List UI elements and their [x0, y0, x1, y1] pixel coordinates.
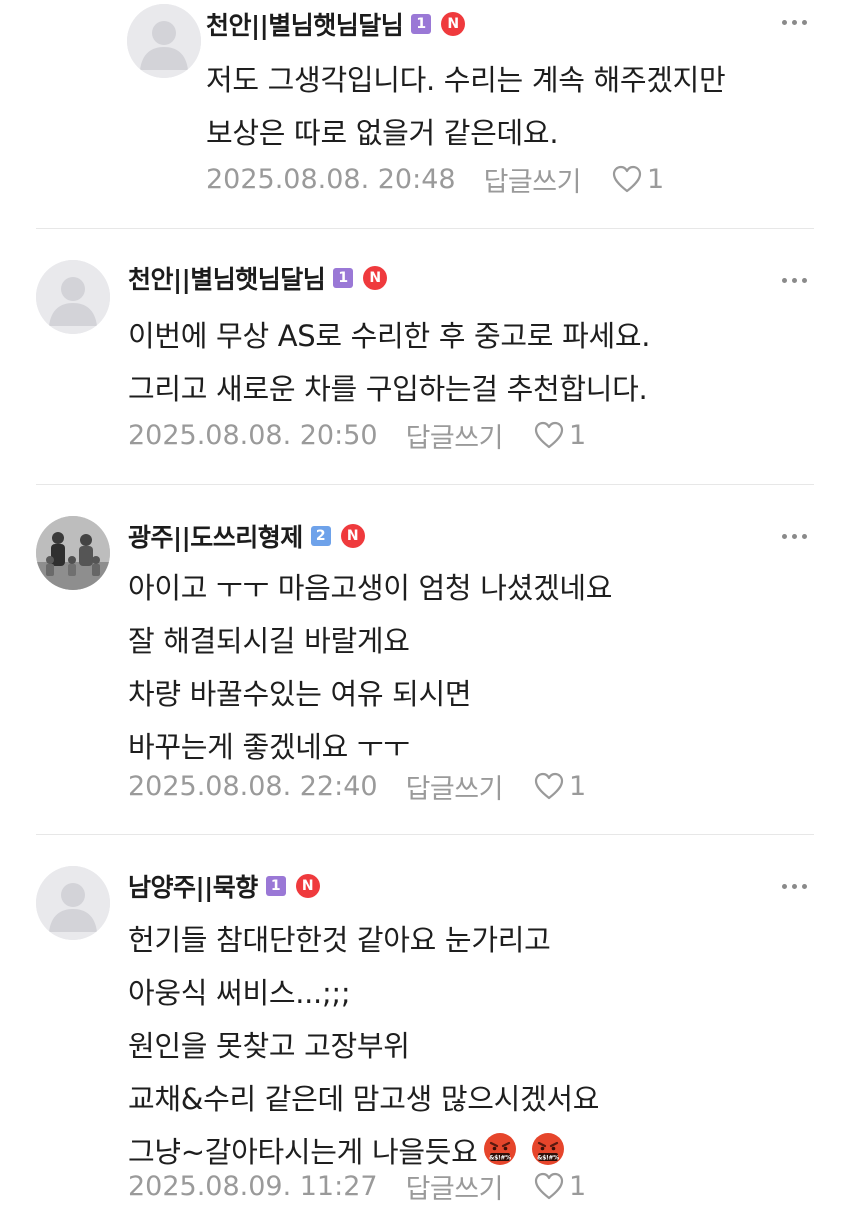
comment-line: 그리고 새로운 차를 구입하는걸 추천합니다.	[128, 372, 648, 406]
dot-icon	[801, 533, 807, 539]
comment-date: 2025.08.08. 20:48	[206, 163, 456, 195]
svg-text:&$!#%: &$!#%	[490, 1155, 512, 1162]
heart-icon	[534, 772, 564, 800]
dot-icon	[801, 19, 807, 25]
comment-date: 2025.08.08. 22:40	[128, 770, 378, 802]
family-photo-avatar-icon	[36, 516, 110, 590]
comment-line: 차량 바꿀수있는 여유 되시면	[128, 677, 472, 711]
default-avatar-icon	[36, 866, 110, 940]
comment-line: 아웅식 써비스...;;;	[128, 976, 351, 1010]
reply-button[interactable]: 답글쓰기	[406, 1167, 504, 1206]
level-badge: 1	[265, 876, 286, 896]
comment-line: 헌기들 참대단한것 같아요 눈가리고	[128, 923, 551, 957]
like-count: 1	[568, 419, 587, 451]
reply-button[interactable]: 답글쓰기	[406, 767, 504, 806]
angry-cursing-face-emoji-icon: &$!#%	[532, 1133, 565, 1165]
dot-icon	[781, 277, 787, 283]
more-options-button[interactable]	[774, 2, 814, 42]
dot-icon	[791, 277, 797, 283]
level-badge: 1	[411, 14, 432, 34]
comment-body: 이번에 무상 AS로 수리한 후 중고로 파세요. 그리고 새로운 차를 구입하…	[128, 310, 650, 416]
author-name[interactable]: 광주||도쓰리형제	[128, 518, 303, 554]
author-name[interactable]: 남양주||묵향	[128, 868, 258, 904]
level-badge: 2	[310, 526, 331, 546]
like-button[interactable]: 1	[533, 420, 586, 451]
heart-icon	[534, 421, 564, 449]
comment-item: 광주||도쓰리형제 2 N 아이고 ㅜㅜ 마음고생이 엄청 나셨겠네요 잘 해결…	[0, 484, 850, 834]
dot-icon	[791, 19, 797, 25]
comment-line: 아이고 ㅜㅜ 마음고생이 엄청 나셨겠네요	[128, 571, 613, 605]
avatar[interactable]	[36, 260, 110, 334]
more-options-button[interactable]	[774, 260, 814, 300]
dot-icon	[781, 883, 787, 889]
comment-item: 천안||별님햇님달님 1 N 저도 그생각입니다. 수리는 계속 해주겠지만 보…	[0, 0, 850, 228]
more-options-button[interactable]	[774, 516, 814, 556]
dot-icon	[781, 19, 787, 25]
more-options-button[interactable]	[774, 866, 814, 906]
default-avatar-icon	[127, 4, 201, 78]
like-count: 1	[646, 163, 665, 195]
comment-date: 2025.08.08. 20:50	[128, 419, 378, 451]
heart-icon	[534, 1172, 564, 1200]
comment-body: 아이고 ㅜㅜ 마음고생이 엄청 나셨겠네요 잘 해결되시길 바랄게요 차량 바꿀…	[128, 562, 612, 774]
dot-icon	[791, 533, 797, 539]
svg-text:&$!#%: &$!#%	[538, 1155, 560, 1162]
avatar[interactable]	[36, 866, 110, 940]
author-name[interactable]: 천안||별님햇님달님	[206, 6, 404, 42]
avatar[interactable]	[36, 516, 110, 590]
dot-icon	[801, 277, 807, 283]
dot-icon	[791, 883, 797, 889]
comment-item: 천안||별님햇님달님 1 N 이번에 무상 AS로 수리한 후 중고로 파세요.…	[0, 228, 850, 484]
heart-icon	[612, 165, 642, 193]
angry-cursing-face-emoji-icon: &$!#%	[484, 1133, 517, 1165]
comment-line: 이번에 무상 AS로 수리한 후 중고로 파세요.	[128, 319, 651, 353]
comment-date: 2025.08.09. 11:27	[128, 1170, 378, 1202]
avatar[interactable]	[127, 4, 201, 78]
comment-item: 남양주||묵향 1 N 헌기들 참대단한것 같아요 눈가리고 아웅식 써비스..…	[0, 834, 850, 1206]
level-badge: 1	[333, 268, 354, 288]
comment-line: 잘 해결되시길 바랄게요	[128, 624, 410, 658]
comment-line: 저도 그생각입니다. 수리는 계속 해주겠지만	[206, 63, 726, 97]
new-badge: N	[295, 874, 320, 898]
like-button[interactable]: 1	[533, 1171, 586, 1202]
like-count: 1	[568, 770, 587, 802]
default-avatar-icon	[36, 260, 110, 334]
comment-body: 헌기들 참대단한것 같아요 눈가리고 아웅식 써비스...;;; 원인을 못찾고…	[128, 914, 599, 1179]
new-badge: N	[441, 12, 466, 36]
new-badge: N	[340, 524, 365, 548]
dot-icon	[801, 883, 807, 889]
reply-button[interactable]: 답글쓰기	[484, 160, 582, 199]
new-badge: N	[363, 266, 388, 290]
reply-button[interactable]: 답글쓰기	[406, 416, 504, 455]
like-button[interactable]: 1	[533, 771, 586, 802]
comment-line: 원인을 못찾고 고장부위	[128, 1029, 410, 1063]
comment-line: 보상은 따로 없을거 같은데요.	[206, 116, 559, 150]
comment-line: 교채&수리 같은데 맘고생 많으시겠서요	[128, 1082, 600, 1116]
like-button[interactable]: 1	[611, 164, 664, 195]
comment-body: 저도 그생각입니다. 수리는 계속 해주겠지만 보상은 따로 없을거 같은데요.	[206, 54, 726, 160]
author-name[interactable]: 천안||별님햇님달님	[128, 260, 326, 296]
dot-icon	[781, 533, 787, 539]
like-count: 1	[568, 1170, 587, 1202]
